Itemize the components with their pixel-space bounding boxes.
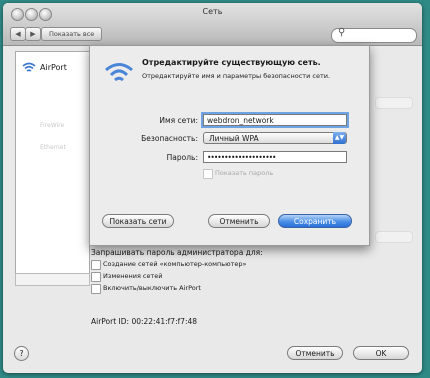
option-checkbox[interactable] — [91, 284, 101, 294]
wifi-icon — [104, 60, 134, 86]
option-label: Создание сетей «компьютер-компьютер» — [103, 260, 247, 268]
security-select[interactable]: Личный WPA ▲▼ — [203, 132, 347, 144]
back-button[interactable]: ◀ — [10, 27, 26, 41]
sidebar-action-bar[interactable] — [15, 273, 90, 286]
show-password-checkbox[interactable] — [203, 169, 213, 179]
search-field[interactable]: ⚲ — [331, 27, 417, 43]
dialog-cancel-button[interactable]: Отменить — [208, 214, 270, 228]
edit-network-dialog: Отредактируйте существующую сеть. Отреда… — [89, 45, 370, 246]
network-name-label: Имя сети: — [159, 116, 198, 125]
window-title: Сеть — [202, 7, 223, 16]
password-field[interactable]: •••••••••••••••••••• — [203, 151, 347, 163]
option-label: Включить/выключить AirPort — [103, 284, 201, 292]
option-checkbox[interactable] — [91, 272, 101, 282]
show-password-label: Показать пароль — [215, 169, 274, 177]
sidebar-item-label: AirPort — [40, 63, 67, 72]
password-label: Пароль: — [166, 153, 198, 162]
sidebar-item-airport[interactable]: AirPort — [16, 58, 89, 78]
option-checkbox[interactable] — [91, 260, 101, 270]
network-name-field[interactable]: webdron_network — [203, 114, 347, 126]
forward-button[interactable]: ▶ — [25, 27, 41, 41]
option-label: Изменения сетей — [103, 272, 163, 280]
security-select-value: Личный WPA — [209, 134, 259, 143]
search-icon: ⚲ — [338, 27, 346, 38]
ok-button[interactable]: OK — [353, 346, 409, 360]
preferences-window: Сеть ◀ ▶ Показать все ⚲ AirPort FireWire… — [3, 3, 422, 373]
sidebar-item-firewire[interactable]: FireWire — [40, 122, 64, 129]
show-networks-button[interactable]: Показать сети — [102, 214, 174, 228]
dialog-title: Отредактируйте существующую сеть. — [142, 58, 321, 67]
airport-id: AirPort ID: 00:22:41:f7:f7:48 — [91, 317, 198, 326]
network-services-sidebar: AirPort FireWire Ethernet — [15, 51, 90, 275]
sidebar-item-ethernet[interactable]: Ethernet — [40, 144, 66, 151]
save-button[interactable]: Сохранить — [278, 214, 352, 228]
background-button — [375, 231, 413, 243]
security-label: Безопасность: — [141, 134, 198, 143]
footer-cancel-button[interactable]: Отменить — [287, 346, 343, 360]
wifi-icon — [22, 62, 36, 77]
admin-password-prompt: Запрашивать пароль администратора для: — [91, 248, 263, 257]
help-button[interactable]: ? — [14, 346, 29, 361]
show-all-button[interactable]: Показать все — [41, 27, 103, 41]
chevron-updown-icon: ▲▼ — [333, 132, 346, 144]
dialog-subtitle: Отредактируйте имя и параметры безопасно… — [142, 72, 331, 80]
background-button — [375, 97, 413, 109]
title-bar: Сеть ◀ ▶ Показать все ⚲ — [3, 3, 422, 46]
